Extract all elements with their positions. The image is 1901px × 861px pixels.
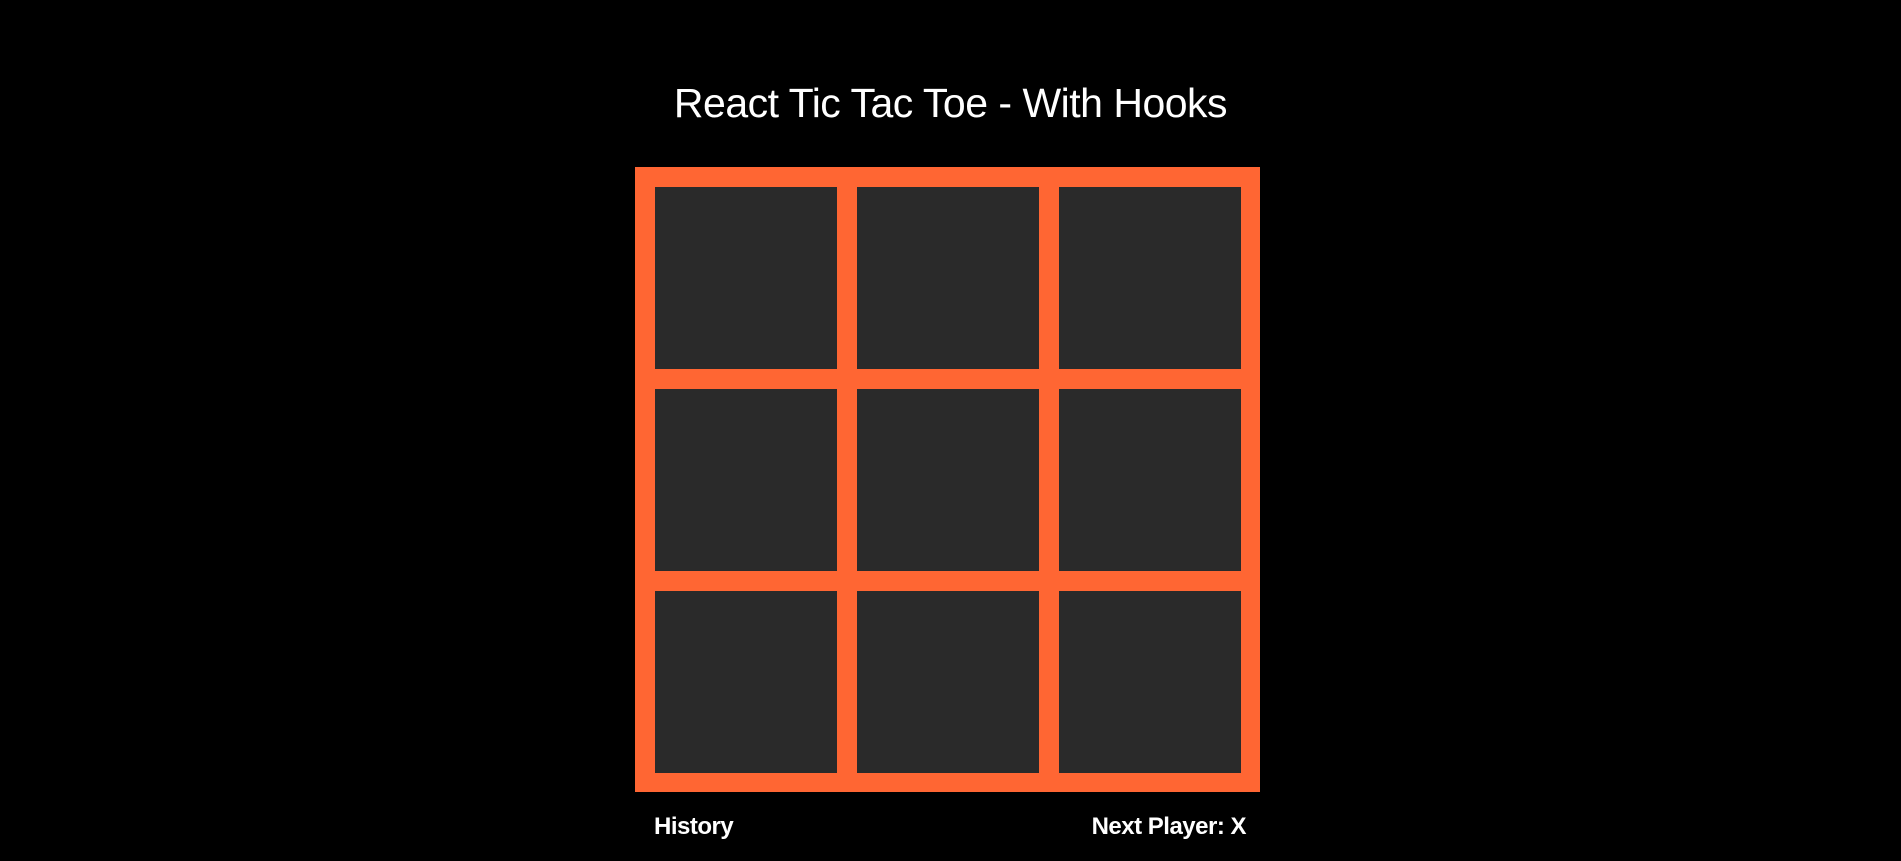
board-square-9[interactable] [1059, 591, 1241, 773]
board-square-3[interactable] [1059, 187, 1241, 369]
page-title: React Tic Tac Toe - With Hooks [673, 80, 1228, 126]
board-square-6[interactable] [1059, 389, 1241, 571]
history-link[interactable]: History [654, 810, 734, 844]
game-footer: History Next Player: X [654, 810, 1247, 844]
board-square-4[interactable] [655, 389, 837, 571]
board-square-8[interactable] [857, 591, 1039, 773]
board-square-2[interactable] [857, 187, 1039, 369]
board-square-1[interactable] [655, 187, 837, 369]
next-player-status: Next Player: X [1091, 813, 1247, 840]
page: React Tic Tac Toe - With Hooks History N… [0, 0, 1901, 861]
board-square-7[interactable] [655, 591, 837, 773]
game-board [635, 167, 1260, 792]
board-square-5[interactable] [857, 389, 1039, 571]
